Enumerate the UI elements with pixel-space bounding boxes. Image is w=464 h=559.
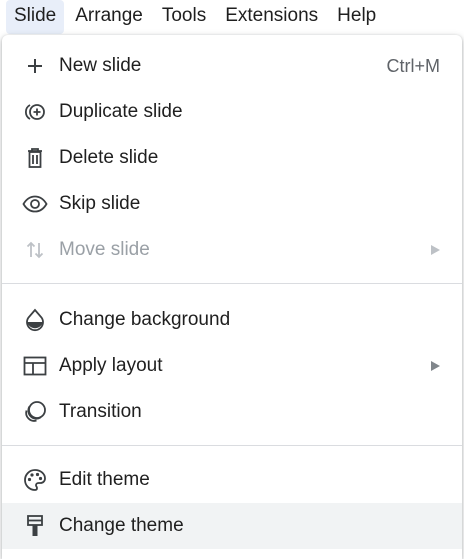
menu-item-label: Move slide <box>59 239 150 260</box>
menu-item-duplicate-slide[interactable]: Duplicate slide <box>2 89 462 135</box>
trash-icon <box>22 145 48 171</box>
menu-help[interactable]: Help <box>329 0 384 34</box>
menu-item-label: Apply layout <box>59 355 163 376</box>
menu-item-edit-theme[interactable]: Edit theme <box>2 457 462 503</box>
duplicate-slide-icon <box>22 99 48 125</box>
slide-dropdown-menu: New slide Ctrl+M Duplicate slide Delete … <box>2 35 462 559</box>
menu-item-move-slide: Move slide <box>2 227 462 273</box>
menu-item-delete-slide[interactable]: Delete slide <box>2 135 462 181</box>
menu-arrange[interactable]: Arrange <box>67 0 151 34</box>
menu-extensions[interactable]: Extensions <box>217 0 326 34</box>
menu-item-new-slide[interactable]: New slide Ctrl+M <box>2 43 462 89</box>
transition-icon <box>22 399 48 425</box>
move-arrows-icon <box>22 237 48 263</box>
menu-item-label: Delete slide <box>59 147 159 168</box>
menu-item-label: Transition <box>59 401 142 422</box>
menu-bar: Slide Arrange Tools Extensions Help <box>0 0 464 34</box>
menu-slide[interactable]: Slide <box>6 0 65 34</box>
menu-item-label: Edit theme <box>59 469 150 490</box>
plus-icon <box>22 53 48 79</box>
menu-item-label: New slide <box>59 55 142 76</box>
paint-roller-icon <box>22 513 48 539</box>
submenu-arrow-icon <box>431 361 440 371</box>
menu-item-label: Duplicate slide <box>59 101 183 122</box>
shortcut-text: Ctrl+M <box>386 55 441 76</box>
menu-divider <box>2 283 462 284</box>
menu-item-label: Change theme <box>59 515 184 536</box>
layout-icon <box>22 353 48 379</box>
menu-item-change-theme[interactable]: Change theme <box>2 503 462 549</box>
menu-divider <box>2 445 462 446</box>
menu-item-skip-slide[interactable]: Skip slide <box>2 181 462 227</box>
background-drop-icon <box>22 307 48 333</box>
menu-item-label: Skip slide <box>59 193 141 214</box>
menu-item-transition[interactable]: Transition <box>2 389 462 435</box>
menu-item-change-background[interactable]: Change background <box>2 297 462 343</box>
eye-icon <box>22 191 48 217</box>
menu-tools[interactable]: Tools <box>154 0 214 34</box>
menu-item-label: Change background <box>59 309 231 330</box>
palette-icon <box>22 467 48 493</box>
submenu-arrow-icon <box>431 245 440 255</box>
menu-item-apply-layout[interactable]: Apply layout <box>2 343 462 389</box>
